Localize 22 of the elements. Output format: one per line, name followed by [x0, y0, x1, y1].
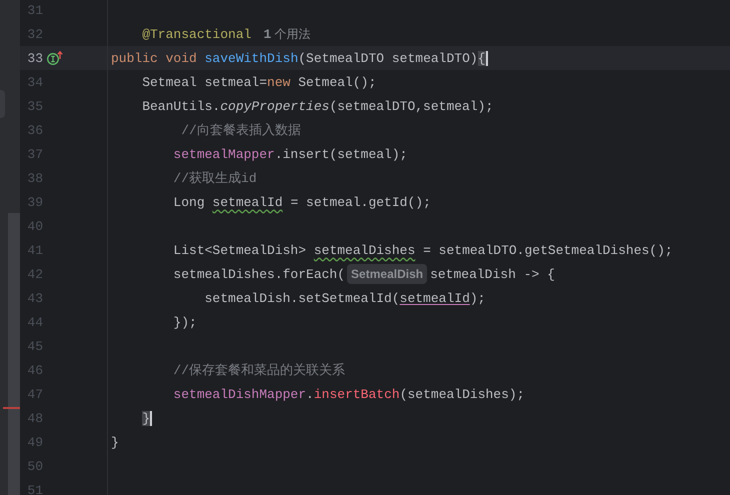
usages-hint[interactable]: 1 个用法 — [263, 26, 311, 42]
code-line: public void saveWithDish(SetmealDTO setmealDTO){ — [110, 50, 488, 66]
annotation: @Transactional — [141, 26, 252, 42]
error-marker — [3, 407, 20, 409]
code-line: Long setmealId = setmeal.getId(); — [172, 194, 431, 210]
code-text: setmealDishes.forEach( — [172, 266, 346, 282]
implementation-gutter-icon[interactable] — [47, 50, 64, 66]
code-line: //保存套餐和菜品的关联关系 — [172, 362, 346, 379]
scrollbar-thumb[interactable] — [8, 213, 20, 495]
code-line: //获取生成id — [172, 170, 257, 187]
code-text: setmealDish -> { — [430, 266, 555, 282]
code-line: //向套餐表插入数据 — [180, 122, 301, 139]
code-line: } — [110, 434, 119, 450]
code-line: setmealDish.setSetmealId(setmealId); — [204, 290, 486, 306]
code-line: setmealDishMapper.insertBatch(setmealDishes); — [172, 386, 525, 402]
code-line: Setmeal setmeal=new Setmeal(); — [141, 74, 376, 90]
code-line: setmealMapper.insert(setmeal); — [172, 146, 408, 162]
code-line: }); — [172, 314, 197, 330]
code-line: BeanUtils.copyProperties(setmealDTO,setmeal); — [141, 98, 494, 114]
line-number: 33 — [26, 50, 43, 66]
type-hint: SetmealDish — [347, 264, 428, 284]
code-line: List<SetmealDish> setmealDishes = setmealDTO.getSetmealDishes(); — [172, 242, 673, 258]
